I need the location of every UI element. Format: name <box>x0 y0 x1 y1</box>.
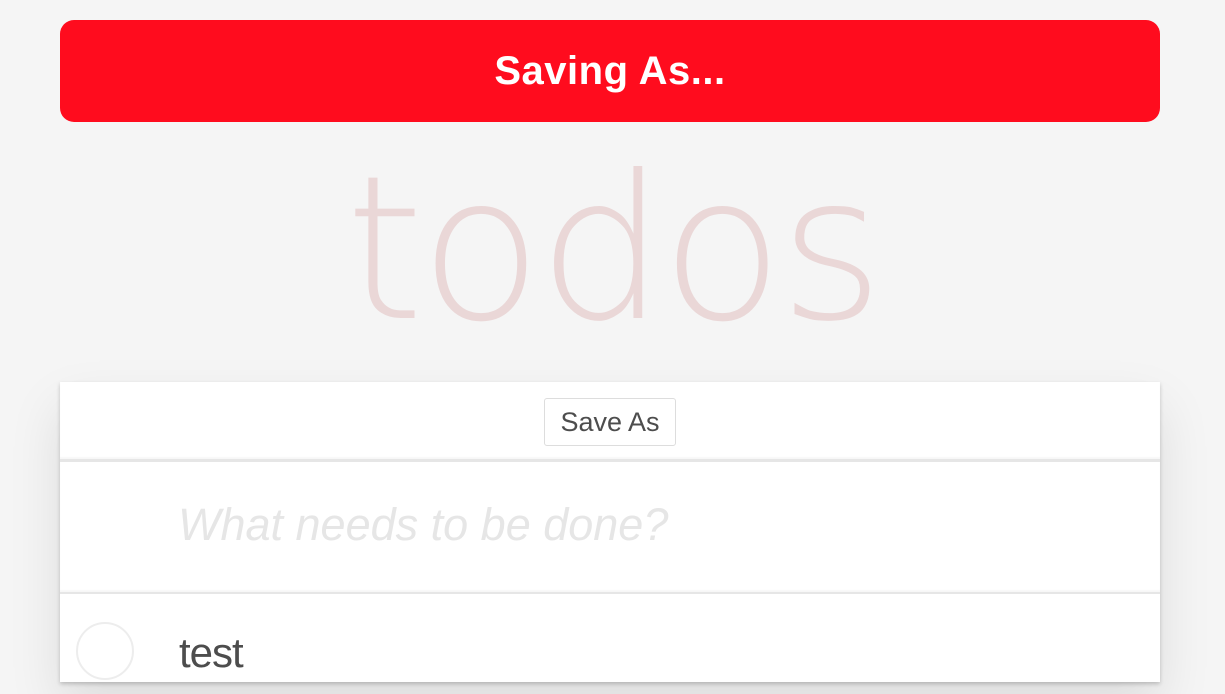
todo-toggle-checkbox[interactable] <box>76 622 134 680</box>
toolbar: Save As <box>60 382 1160 460</box>
todo-item-label[interactable]: test <box>179 628 244 678</box>
new-todo-input[interactable] <box>60 462 1160 592</box>
todo-item: test <box>60 594 1160 694</box>
todo-list: test <box>60 594 1160 694</box>
app-title: todos <box>345 133 883 366</box>
save-as-button[interactable]: Save As <box>544 398 676 446</box>
todo-app-panel: Save As test <box>60 382 1160 682</box>
saving-status-banner: Saving As... <box>60 20 1160 122</box>
banner-text: Saving As... <box>494 48 726 93</box>
new-todo-row <box>60 460 1160 594</box>
